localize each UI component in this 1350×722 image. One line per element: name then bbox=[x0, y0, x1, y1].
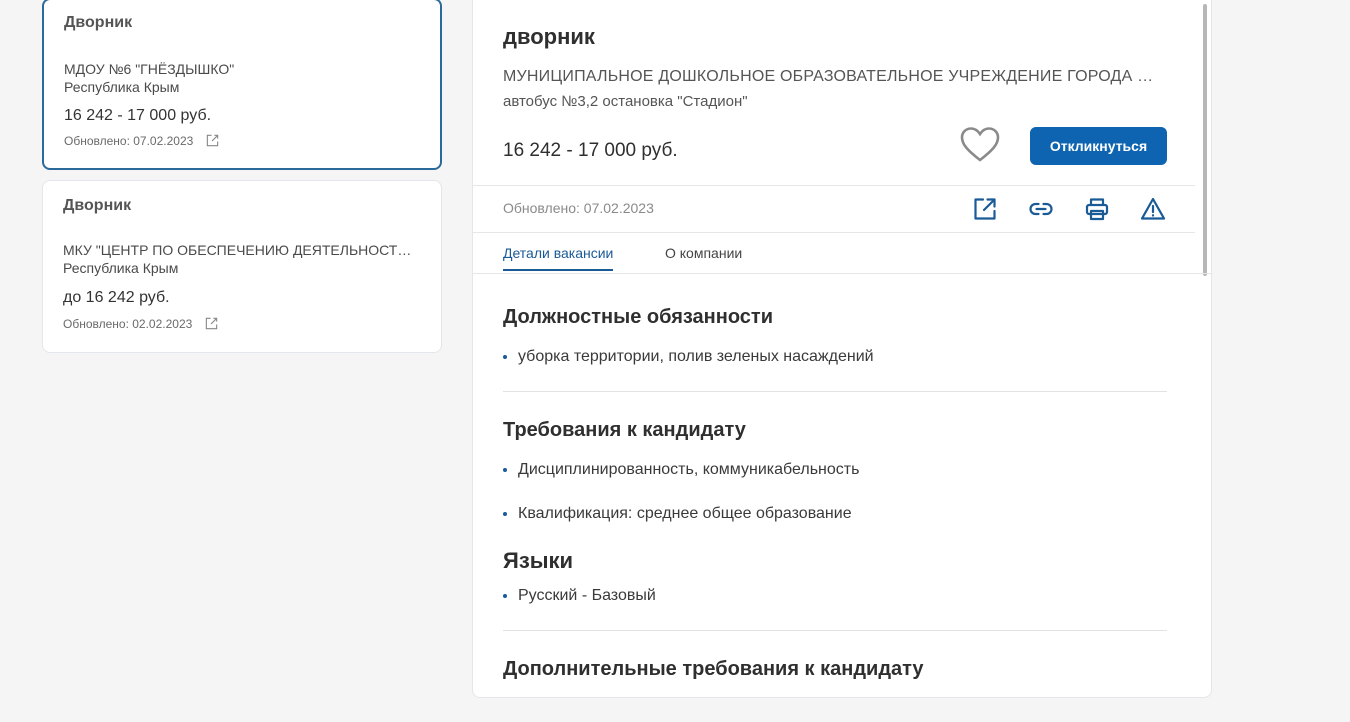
vacancy-address: автобус №3,2 остановка "Стадион" bbox=[503, 93, 748, 110]
list-item-text: уборка территории, полив зеленых насажде… bbox=[518, 348, 874, 365]
vacancy-card-org: МДОУ №6 "ГНЁЗДЫШКО" bbox=[64, 61, 235, 77]
vacancy-card-updated: Обновлено: 02.02.2023 bbox=[63, 316, 193, 331]
warning-icon[interactable] bbox=[1140, 196, 1166, 222]
vacancy-card-salary: 16 242 - 17 000 руб. bbox=[64, 107, 212, 124]
divider bbox=[473, 185, 1195, 186]
vacancy-card-updated-row: Обновлено: 07.02.2023 bbox=[64, 133, 220, 148]
vacancy-card-title: Дворник bbox=[63, 197, 132, 214]
vacancy-card-updated-row: Обновлено: 02.02.2023 bbox=[63, 316, 219, 331]
list-item: Русский - Базовый bbox=[503, 587, 656, 605]
external-link-icon[interactable] bbox=[972, 196, 998, 222]
link-icon[interactable] bbox=[1028, 196, 1054, 222]
vacancy-card-2[interactable]: Дворник МКУ "ЦЕНТР ПО ОБЕСПЕЧЕНИЮ ДЕЯТЕЛ… bbox=[42, 180, 442, 353]
external-link-icon[interactable] bbox=[204, 316, 219, 331]
requirements-heading: Требования к кандидату bbox=[503, 419, 746, 441]
scrollbar-thumb[interactable] bbox=[1203, 4, 1207, 276]
duties-heading: Должностные обязанности bbox=[503, 306, 773, 328]
list-item-text: Квалификация: среднее общее образование bbox=[518, 505, 852, 522]
vacancy-card-updated: Обновлено: 07.02.2023 bbox=[64, 133, 194, 148]
vacancy-salary: 16 242 - 17 000 руб. bbox=[503, 140, 678, 161]
vacancy-card-org: МКУ "ЦЕНТР ПО ОБЕСПЕЧЕНИЮ ДЕЯТЕЛЬНОСТИ М… bbox=[63, 242, 421, 258]
external-link-icon[interactable] bbox=[205, 133, 220, 148]
list-item-text: Русский - Базовый bbox=[518, 587, 656, 604]
vacancy-detail-panel: дворник МУНИЦИПАЛЬНОЕ ДОШКОЛЬНОЕ ОБРАЗОВ… bbox=[472, 0, 1212, 698]
vacancy-card-region: Республика Крым bbox=[63, 260, 179, 276]
vacancy-title: дворник bbox=[503, 24, 595, 49]
list-item: уборка территории, полив зеленых насажде… bbox=[503, 348, 874, 366]
tabs-divider bbox=[473, 273, 1211, 274]
vacancy-updated: Обновлено: 07.02.2023 bbox=[503, 200, 654, 216]
additional-requirements-heading: Дополнительные требования к кандидату bbox=[503, 658, 924, 680]
vacancy-card-salary: до 16 242 руб. bbox=[63, 289, 170, 306]
printer-icon[interactable] bbox=[1084, 196, 1110, 222]
heart-icon[interactable] bbox=[959, 126, 1001, 164]
bullet-dot bbox=[503, 594, 507, 598]
vacancy-org: МУНИЦИПАЛЬНОЕ ДОШКОЛЬНОЕ ОБРАЗОВАТЕЛЬНОЕ… bbox=[503, 68, 1163, 85]
section-divider bbox=[503, 630, 1167, 631]
list-item: Квалификация: среднее общее образование bbox=[503, 505, 852, 523]
list-item: Дисциплинированность, коммуникабельность bbox=[503, 461, 859, 479]
bullet-dot bbox=[503, 355, 507, 359]
tab-about-company[interactable]: О компании bbox=[665, 245, 742, 269]
section-divider bbox=[503, 391, 1167, 392]
vacancy-card-title: Дворник bbox=[64, 14, 133, 31]
tab-vacancy-details[interactable]: Детали вакансии bbox=[503, 245, 614, 271]
bullet-dot bbox=[503, 468, 507, 472]
divider bbox=[473, 232, 1195, 233]
apply-button[interactable]: Откликнуться bbox=[1030, 127, 1167, 165]
languages-heading: Языки bbox=[503, 548, 574, 573]
bullet-dot bbox=[503, 512, 507, 516]
vacancy-card-region: Республика Крым bbox=[64, 79, 180, 95]
vacancy-card-1[interactable]: Дворник МДОУ №6 "ГНЁЗДЫШКО" Республика К… bbox=[42, 0, 442, 170]
list-item-text: Дисциплинированность, коммуникабельность bbox=[518, 461, 860, 478]
